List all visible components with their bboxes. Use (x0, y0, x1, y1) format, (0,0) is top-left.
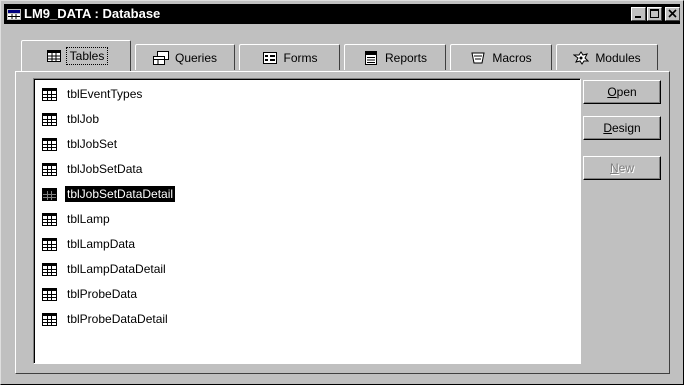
tab-reports-label: Reports (384, 50, 428, 65)
table-icon (42, 187, 57, 201)
new-button[interactable]: New (583, 156, 661, 180)
object-list-frame: tblEventTypes tblJob tblJobSet tblJobSet… (34, 79, 580, 363)
list-item-selected[interactable]: tblJobSetDataDetail (42, 184, 176, 204)
window-title: LM9_DATA : Database (24, 6, 161, 21)
new-label-rest: ew (618, 161, 634, 175)
table-icon (42, 212, 57, 226)
design-mnemonic: D (603, 121, 612, 135)
design-button[interactable]: Design (583, 116, 661, 140)
table-icon (42, 137, 57, 151)
macro-icon (471, 52, 485, 63)
table-icon (42, 287, 57, 301)
tab-modules-label: Modules (595, 50, 641, 65)
tab-forms-label: Forms (283, 50, 318, 65)
list-item[interactable]: tblJobSetData (42, 159, 144, 179)
table-icon (42, 237, 57, 251)
tab-forms[interactable]: Forms (239, 44, 340, 70)
list-item[interactable]: tblLampDataDetail (42, 259, 168, 279)
list-item[interactable]: tblLampData (42, 234, 137, 254)
maximize-icon (650, 9, 659, 18)
module-icon (573, 50, 590, 65)
tab-reports[interactable]: Reports (344, 44, 446, 70)
tab-queries[interactable]: Queries (135, 44, 235, 70)
list-item-label: tblProbeDataDetail (67, 312, 168, 326)
list-item-label: tblLampDataDetail (67, 262, 166, 276)
list-item-label: tblLampData (67, 237, 136, 251)
list-item[interactable]: tblProbeDataDetail (42, 309, 170, 329)
open-label-rest: pen (616, 85, 637, 99)
object-list[interactable]: tblEventTypes tblJob tblJobSet tblJobSet… (33, 78, 581, 364)
list-item[interactable]: tblProbeData (42, 284, 139, 304)
list-item[interactable]: tblEventTypes (42, 84, 144, 104)
table-icon (46, 50, 61, 62)
list-item-label: tblJobSetDataDetail (65, 186, 176, 202)
list-item-label: tblEventTypes (67, 87, 143, 101)
list-item[interactable]: tblJob (42, 109, 101, 129)
table-icon (42, 162, 57, 176)
list-item-label: tblLamp (67, 212, 110, 226)
list-item[interactable]: tblJobSet (42, 134, 119, 154)
close-icon (668, 9, 677, 18)
minimize-button[interactable] (631, 7, 646, 21)
list-item-label: tblJobSet (67, 137, 118, 151)
list-item-label: tblProbeData (67, 287, 138, 301)
maximize-button[interactable] (647, 7, 662, 21)
list-item-label: tblJobSetData (67, 162, 143, 176)
close-button[interactable] (665, 7, 680, 21)
form-icon (262, 51, 277, 64)
new-mnemonic: N (609, 161, 619, 175)
table-icon (42, 112, 57, 126)
query-icon (152, 50, 169, 65)
tab-panel: tblEventTypes tblJob tblJobSet tblJobSet… (15, 71, 670, 374)
minimize-icon (635, 16, 641, 18)
open-button[interactable]: Open (583, 80, 661, 104)
tab-tables-label: Tables (65, 47, 109, 65)
tab-queries-label: Queries (174, 50, 218, 65)
design-label-rest: esign (611, 121, 641, 135)
tab-macros[interactable]: Macros (450, 44, 552, 70)
table-icon (42, 262, 57, 276)
database-window: LM9_DATA : Database Tables Queries Forms… (0, 0, 684, 385)
list-item-label: tblJob (67, 112, 100, 126)
database-icon (7, 9, 21, 20)
table-icon (42, 87, 57, 101)
table-icon (42, 312, 57, 326)
open-mnemonic: O (607, 85, 617, 99)
tab-tables[interactable]: Tables (21, 40, 131, 71)
list-item[interactable]: tblLamp (42, 209, 112, 229)
tab-modules[interactable]: Modules (556, 44, 658, 70)
title-bar[interactable]: LM9_DATA : Database (4, 4, 680, 24)
report-icon (364, 50, 377, 65)
tab-macros-label: Macros (492, 50, 532, 65)
